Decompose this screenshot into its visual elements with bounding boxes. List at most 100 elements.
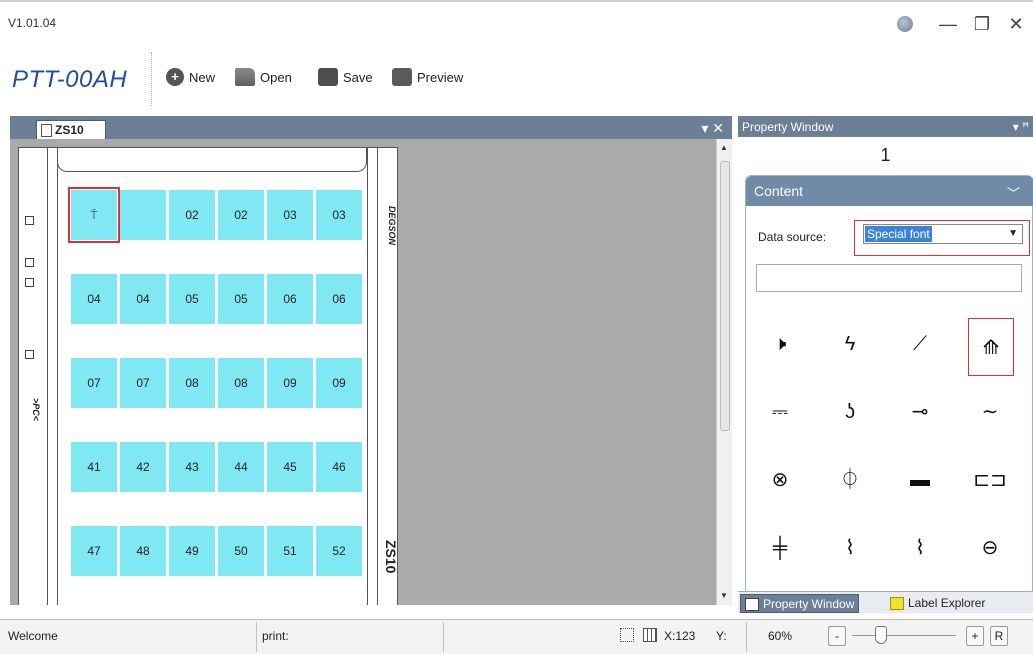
terminal-cell[interactable]: 09: [316, 358, 362, 408]
floppy-disk-icon: [318, 68, 338, 86]
status-separator: [256, 622, 257, 652]
design-canvas[interactable]: >PC< DEGSON ZS10 ⍑ 02 02 03 03 04 04 05 05 06 06 07…: [10, 139, 716, 605]
special-symbol[interactable]: ⊗: [760, 460, 800, 500]
status-x-coordinate: X:123: [664, 629, 696, 643]
terminal-cell[interactable]: 06: [316, 274, 362, 324]
terminal-cell[interactable]: 02: [169, 190, 215, 240]
zoom-reset-button[interactable]: R: [990, 626, 1008, 646]
new-button[interactable]: + New: [166, 68, 215, 86]
special-symbol[interactable]: ϟ: [830, 324, 870, 364]
minimize-button[interactable]: —: [931, 14, 965, 35]
special-symbol[interactable]: ⊖: [970, 528, 1010, 568]
tab-label-explorer-label: Label Explorer: [908, 596, 986, 610]
terminal-cell[interactable]: 06: [267, 274, 313, 324]
document-scrollbar[interactable]: ▲ ▼: [716, 139, 732, 605]
zoom-out-button[interactable]: -: [828, 626, 846, 646]
terminal-cell[interactable]: 52: [316, 526, 362, 576]
terminal-cell[interactable]: 02: [218, 190, 264, 240]
terminal-cell[interactable]: 09: [267, 358, 313, 408]
terminal-cell[interactable]: 45: [267, 442, 313, 492]
document-area: ZS10 ▾ ✕ >PC< DEGSON ZS10 ⍑ 02 02 03 03 04 04 0…: [10, 116, 732, 605]
label-template[interactable]: >PC< DEGSON ZS10 ⍑ 02 02 03 03 04 04 05 05 06 06 07…: [18, 147, 399, 605]
terminal-cell[interactable]: 04: [120, 274, 166, 324]
terminal-cell[interactable]: 05: [218, 274, 264, 324]
terminal-cell[interactable]: 47: [71, 526, 117, 576]
content-panel-header[interactable]: Content ﹀: [746, 176, 1033, 206]
printer-icon: [392, 68, 412, 86]
zoom-slider-thumb[interactable]: [875, 626, 887, 644]
printer-model-title: PTT-00AH: [12, 66, 128, 93]
globe-icon[interactable]: [897, 16, 913, 32]
restore-button[interactable]: ❐: [965, 14, 999, 35]
special-symbol[interactable]: ⏀: [830, 460, 870, 500]
special-symbol[interactable]: ʖ: [830, 392, 870, 432]
terminal-cell[interactable]: 03: [316, 190, 362, 240]
property-body: 1 Content ﹀ Data source: Special font ▼ …: [738, 137, 1033, 595]
terminal-cell[interactable]: 07: [120, 358, 166, 408]
symbol-text-input[interactable]: [756, 264, 1022, 292]
pin-icon[interactable]: ▾ ꟸ: [1013, 120, 1029, 134]
selected-object-number: 1: [880, 145, 891, 165]
open-button[interactable]: Open: [235, 68, 292, 86]
toolbar-separator: [151, 52, 152, 106]
preview-button[interactable]: Preview: [392, 68, 463, 86]
terminal-cell[interactable]: 08: [169, 358, 215, 408]
tab-zs10[interactable]: ZS10: [36, 120, 106, 139]
marker-checkbox[interactable]: [25, 278, 34, 287]
scrollbar-thumb[interactable]: [720, 161, 730, 431]
tab-zs10-label: ZS10: [55, 123, 84, 137]
special-symbol[interactable]: ⊸: [900, 392, 940, 432]
terminal-cell[interactable]: 46: [316, 442, 362, 492]
scroll-down-icon[interactable]: ▼: [720, 591, 728, 600]
terminal-cell[interactable]: 51: [267, 526, 313, 576]
special-symbol[interactable]: ⌇: [830, 528, 870, 568]
terminal-cell[interactable]: 50: [218, 526, 264, 576]
tab-controls[interactable]: ▾ ✕: [701, 120, 724, 137]
tab-property-window[interactable]: Property Window: [740, 594, 860, 613]
document-icon: [41, 124, 52, 137]
special-symbol[interactable]: ⟋: [900, 324, 940, 364]
terminal-cell[interactable]: 07: [71, 358, 117, 408]
terminal-cell[interactable]: 03: [267, 190, 313, 240]
ruler-icon[interactable]: [620, 628, 634, 642]
terminal-cell[interactable]: 08: [218, 358, 264, 408]
special-symbol[interactable]: ⌇: [900, 528, 940, 568]
terminal-cell[interactable]: [120, 190, 166, 240]
terminal-cell[interactable]: 42: [120, 442, 166, 492]
marker-checkbox[interactable]: [25, 350, 34, 359]
save-button[interactable]: Save: [318, 68, 373, 86]
special-symbol[interactable]: ▬: [900, 460, 940, 500]
scroll-up-icon[interactable]: ▲: [720, 143, 728, 152]
terminal-cell[interactable]: ⍑: [68, 187, 120, 243]
property-window-icon: [745, 598, 759, 611]
terminal-cell[interactable]: 05: [169, 274, 215, 324]
marker-checkbox[interactable]: [25, 258, 34, 267]
special-symbol[interactable]: ⎓: [760, 392, 800, 432]
special-symbol[interactable]: ⊏⊐: [970, 460, 1010, 500]
status-print: print:: [262, 629, 289, 643]
window-controls: — ❐ ✕: [897, 10, 1033, 38]
close-button[interactable]: ✕: [999, 14, 1033, 35]
special-symbol[interactable]: ⟰: [968, 318, 1014, 376]
zoom-in-button[interactable]: +: [966, 626, 984, 646]
data-source-select[interactable]: Special font ▼: [863, 224, 1023, 244]
right-rail-outer: [377, 148, 378, 605]
terminal-cell[interactable]: 48: [120, 526, 166, 576]
terminal-cell[interactable]: 43: [169, 442, 215, 492]
marker-checkbox[interactable]: [25, 216, 34, 225]
property-window: Property Window ▾ ꟸ 1 Content ﹀ Data sou…: [738, 116, 1033, 613]
chevron-down-icon[interactable]: ﹀: [1007, 183, 1020, 202]
zoom-slider-track[interactable]: [852, 635, 956, 636]
folder-icon: [890, 597, 904, 610]
terminal-cell[interactable]: 04: [71, 274, 117, 324]
dropdown-arrow-icon[interactable]: ▼: [1008, 228, 1018, 239]
grid-icon[interactable]: [643, 628, 657, 642]
terminal-cell[interactable]: 41: [71, 442, 117, 492]
data-source-label: Data source:: [758, 230, 827, 244]
special-symbol[interactable]: ∼: [970, 392, 1010, 432]
terminal-cell[interactable]: 44: [218, 442, 264, 492]
terminal-cell[interactable]: 49: [169, 526, 215, 576]
special-symbol[interactable]: ╪: [760, 528, 800, 568]
tab-label-explorer[interactable]: Label Explorer: [886, 594, 989, 613]
special-symbol[interactable]: 🕨: [760, 324, 800, 364]
